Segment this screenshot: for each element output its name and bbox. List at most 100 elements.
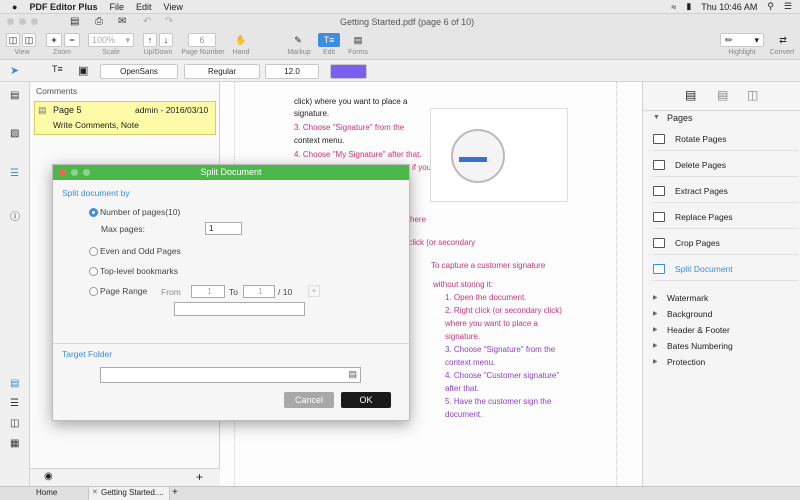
max-pages-input[interactable]: 1 — [205, 222, 242, 235]
doc-line: where you want to place a — [445, 319, 538, 328]
font-style-select[interactable]: Regular — [184, 64, 260, 79]
replace-icon — [653, 211, 665, 222]
text-edit-icon: T≡ — [323, 35, 335, 45]
apple-icon[interactable]: ● — [12, 2, 17, 12]
target-folder-input[interactable]: ▤ — [100, 367, 361, 383]
eye-icon[interactable]: ◉ — [44, 471, 53, 482]
forms-button[interactable]: ▤ — [350, 33, 366, 47]
page-range-label[interactable]: Page Range — [100, 286, 147, 296]
number-of-pages-radio[interactable] — [89, 208, 98, 217]
dialog-zoom-button[interactable] — [83, 169, 90, 176]
header-footer-section[interactable]: Header & Footer — [667, 325, 730, 335]
redo-icon[interactable]: ↷ — [165, 16, 173, 27]
continuous-mode-icon[interactable]: ☰ — [10, 398, 19, 409]
page-down-button[interactable]: ↓ — [159, 33, 173, 47]
number-of-pages-label[interactable]: Number of pages(10) — [100, 207, 180, 217]
font-size-select[interactable]: 12.0 — [265, 64, 319, 79]
menu-app-name[interactable]: PDF Editor Plus — [29, 2, 97, 12]
text-color-picker[interactable] — [330, 64, 367, 79]
battery-icon[interactable]: ▮ — [686, 1, 691, 12]
text-tool-icon[interactable]: T≡ — [52, 64, 63, 74]
menu-file[interactable]: File — [109, 2, 124, 12]
mail-icon[interactable]: ✉ — [118, 16, 126, 27]
menu-view[interactable]: View — [163, 2, 182, 12]
add-comment-icon[interactable]: + — [196, 470, 203, 484]
even-odd-label[interactable]: Even and Odd Pages — [100, 246, 181, 256]
from-input[interactable]: 1 — [191, 285, 225, 298]
close-tab-icon[interactable]: ✕ — [92, 487, 98, 499]
convert-label: Convert — [769, 49, 795, 56]
close-window-button[interactable] — [7, 18, 14, 25]
double-page-view-button[interactable]: ◫ — [22, 33, 36, 47]
folder-icon[interactable]: ▤ — [70, 16, 79, 27]
search-icon[interactable]: ⚲ — [767, 1, 774, 12]
info-icon[interactable]: ⓘ — [10, 208, 20, 223]
document-tab-icon[interactable]: ▤ — [717, 88, 728, 102]
rotate-pages-item[interactable]: Rotate Pages — [653, 127, 799, 151]
pages-tab-icon[interactable]: ▤ — [685, 88, 696, 102]
image-tool-icon[interactable]: ▣ — [78, 64, 88, 77]
page-range-text-input[interactable] — [174, 302, 305, 316]
bates-numbering-section[interactable]: Bates Numbering — [667, 341, 733, 351]
scale-select[interactable]: 100% ▾ — [88, 33, 134, 47]
menu-clock[interactable]: Thu 10:46 AM — [701, 2, 757, 12]
doc-line: 2. Right click (or secondary click) — [445, 306, 562, 315]
folder-browse-icon[interactable]: ▤ — [348, 369, 357, 380]
background-section[interactable]: Background — [667, 309, 712, 319]
comment-text: Write Comments, Note — [53, 120, 139, 130]
menu-edit[interactable]: Edit — [136, 2, 152, 12]
protection-section[interactable]: Protection — [667, 357, 705, 367]
page-range-radio[interactable] — [89, 287, 98, 296]
pages-section-header[interactable]: Pages — [667, 113, 693, 123]
zoom-window-button[interactable] — [31, 18, 38, 25]
tab-home[interactable]: Home — [32, 488, 88, 499]
even-odd-radio[interactable] — [89, 247, 98, 256]
to-input[interactable]: 1 — [243, 285, 275, 298]
zoom-out-button[interactable]: − — [64, 33, 80, 47]
bookmarks-label[interactable]: Top-level bookmarks — [100, 266, 178, 276]
hand-tool-button[interactable]: ✋ — [232, 33, 250, 47]
two-page-mode-icon[interactable]: ◫ — [10, 418, 19, 429]
bookmarks-radio[interactable] — [89, 267, 98, 276]
undo-icon[interactable]: ↶ — [143, 16, 151, 27]
add-range-button[interactable]: + — [308, 285, 320, 297]
comments-list-icon[interactable]: ☰ — [10, 168, 19, 179]
crop-pages-item[interactable]: Crop Pages — [653, 231, 799, 255]
grid-mode-icon[interactable]: ▦ — [10, 438, 19, 449]
zoom-in-button[interactable]: + — [46, 33, 62, 47]
page-tools-tab-icon[interactable]: ◫ — [747, 88, 758, 102]
page-up-button[interactable]: ↑ — [143, 33, 157, 47]
wifi-icon[interactable]: ≈ — [671, 2, 676, 12]
dialog-minimize-button[interactable] — [71, 169, 78, 176]
doc-line: 4. Choose "My Signature" after that. — [294, 150, 422, 159]
cursor-icon[interactable]: ➤ — [10, 64, 19, 77]
single-page-mode-icon[interactable]: ▤ — [10, 378, 19, 389]
extract-pages-item[interactable]: Extract Pages — [653, 179, 799, 203]
comment-item[interactable]: ▤ Page 5 admin - 2016/03/10 Write Commen… — [34, 101, 216, 135]
edit-mode-button[interactable]: T≡ — [318, 33, 340, 47]
chevron-down-icon: ▾ — [754, 34, 759, 45]
replace-pages-item[interactable]: Replace Pages — [653, 205, 799, 229]
chevron-down-icon[interactable]: ▼ — [653, 114, 660, 121]
watermark-section[interactable]: Watermark — [667, 293, 708, 303]
tab-document[interactable]: ✕ Getting Started.... — [88, 487, 170, 500]
markup-button[interactable]: ✎ — [290, 33, 306, 47]
thumbnails-icon[interactable]: ▤ — [10, 90, 19, 101]
convert-button[interactable]: ⇄ — [775, 33, 791, 47]
delete-pages-item[interactable]: Delete Pages — [653, 153, 799, 177]
minimize-window-button[interactable] — [19, 18, 26, 25]
highlight-button[interactable]: ✏ ▾ — [720, 33, 764, 47]
new-tab-icon[interactable]: + — [172, 487, 178, 498]
ok-button[interactable]: OK — [341, 392, 391, 408]
dialog-title-bar: Split Document — [53, 165, 409, 180]
cancel-button[interactable]: Cancel — [284, 392, 334, 408]
comments-footer: ◉ + — [30, 468, 220, 486]
single-page-view-button[interactable]: ◫ — [6, 33, 20, 47]
page-number-input[interactable]: 6 — [188, 33, 216, 47]
font-family-select[interactable]: OpenSans — [100, 64, 178, 79]
menu-list-icon[interactable]: ☰ — [784, 1, 792, 12]
print-icon[interactable]: ⎙ — [95, 16, 103, 27]
split-document-item[interactable]: Split Document — [653, 257, 799, 281]
bookmark-icon[interactable]: ▧ — [10, 128, 19, 139]
dialog-close-button[interactable] — [59, 169, 66, 176]
